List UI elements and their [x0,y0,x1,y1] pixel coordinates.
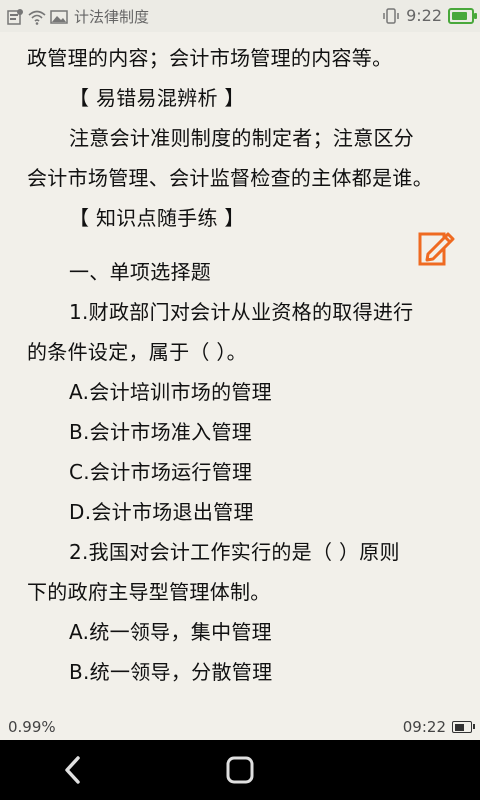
edit-icon[interactable] [416,228,456,268]
wifi-icon [28,10,46,25]
text-line: 政管理的内容；会计市场管理的内容等。 [27,46,393,70]
section-heading-practice: 【 知识点随手练 】 [69,206,245,230]
notification-icon [7,8,23,25]
status-bar-title: 计法律制度 [74,8,150,26]
question-text: 1.财政部门对会计从业资格的取得进行 [69,300,414,324]
answer-option: C.会计市场运行管理 [69,460,253,484]
navigation-bar [0,740,480,800]
footer-battery-icon [452,721,475,733]
status-bar: 计法律制度 9:22 [0,0,480,32]
vibrate-icon [383,7,399,24]
reading-progress: 0.99% [8,718,56,736]
home-icon[interactable] [222,752,258,788]
section-heading-confusion: 【 易错易混辨析 】 [69,86,245,110]
question-text: 下的政府主导型管理体制。 [27,580,271,604]
question-text: 2.我国对会计工作实行的是（ ）原则 [69,540,400,564]
status-bar-time: 9:22 [406,6,442,25]
footer-time: 09:22 [402,718,446,736]
battery-icon [448,7,477,24]
answer-option: B.统一领导，分散管理 [69,660,273,684]
status-bar-left: 计法律制度 [6,6,149,27]
reader-footer: 0.99% 09:22 [0,712,480,740]
question-type-heading: 一、单项选择题 [69,260,212,284]
answer-option: B.会计市场准入管理 [69,420,253,444]
answer-option: A.会计培训市场的管理 [69,380,272,404]
back-icon[interactable] [56,752,92,788]
text-line: 注意会计准则制度的制定者；注意区分 [69,126,415,150]
status-bar-right: 9:22 [382,6,477,25]
text-line: 会计市场管理、会计监督检查的主体都是谁。 [27,166,433,190]
question-text: 的条件设定，属于（ ）。 [27,340,247,364]
footer-right: 09:22 [402,718,475,736]
answer-option: D.会计市场退出管理 [69,500,254,524]
reading-content[interactable]: 政管理的内容；会计市场管理的内容等。 【 易错易混辨析 】 注意会计准则制度的制… [0,32,480,712]
image-icon [50,9,68,24]
answer-option: A.统一领导，集中管理 [69,620,272,644]
